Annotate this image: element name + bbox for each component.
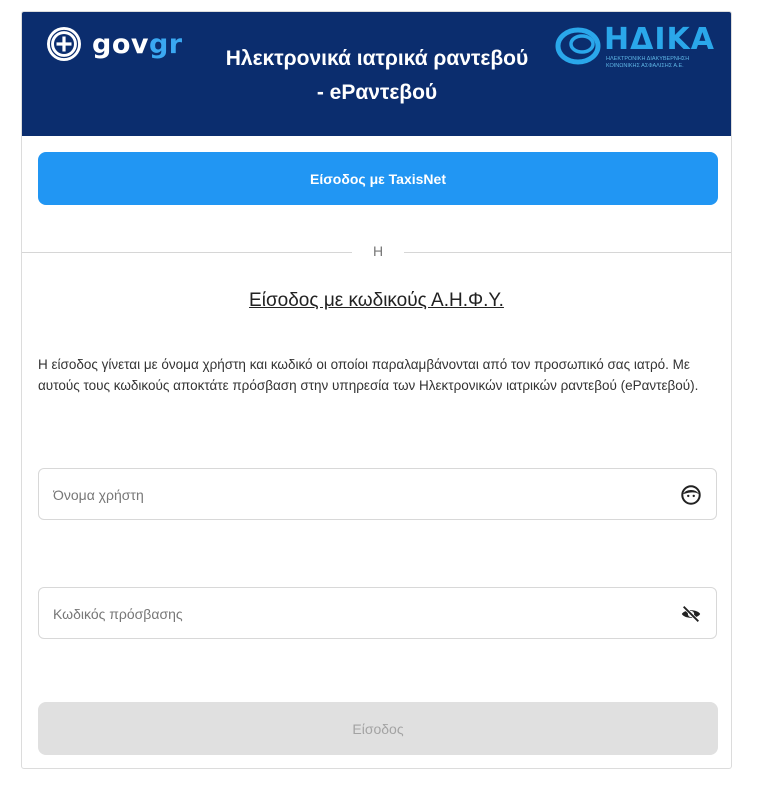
greek-seal-icon — [47, 27, 81, 61]
divider-line-right — [404, 252, 731, 253]
username-input[interactable] — [51, 469, 675, 521]
idika-subtitle: ΗΛΕΚΤΡΟΝΙΚΗ ΔΙΑΚΥΒΕΡΝΗΣΗ ΚΟΙΝΩΝΙΚΗΣ ΑΣΦΑ… — [606, 56, 690, 69]
login-submit-button[interactable]: Είσοδος — [38, 702, 718, 755]
page-title: Ηλεκτρονικά ιατρικά ραντεβού - eΡαντεβού — [192, 42, 562, 110]
ahfy-login-heading: Είσοδος με κωδικούς Α.Η.Φ.Υ. — [249, 290, 504, 311]
taxisnet-login-button[interactable]: Είσοδος με TaxisNet — [38, 152, 718, 205]
ahfy-login-description: Η είσοδος γίνεται με όνομα χρήστη και κω… — [38, 357, 699, 393]
govgr-wordmark: govgr — [92, 28, 183, 60]
or-divider: Η — [22, 241, 731, 265]
username-field[interactable] — [38, 468, 717, 521]
divider-line-left — [22, 252, 352, 253]
govgr-logo: govgr — [46, 26, 183, 62]
password-input[interactable] — [51, 588, 675, 640]
face-icon[interactable] — [680, 484, 702, 506]
idika-logo: ΗΔΙΚΑ ΗΛΕΚΤΡΟΝΙΚΗ ΔΙΑΚΥΒΕΡΝΗΣΗ ΚΟΙΝΩΝΙΚΗ… — [554, 20, 719, 70]
divider-text: Η — [372, 243, 384, 259]
title-line-1: Ηλεκτρονικά ιατρικά ραντεβού — [225, 47, 529, 70]
eye-off-icon[interactable] — [680, 603, 702, 625]
login-card: govgr Ηλεκτρονικά ιατρικά ραντεβού - eΡα… — [21, 11, 732, 769]
idika-swirl-icon — [555, 27, 601, 65]
password-field[interactable] — [38, 587, 717, 640]
title-line-2: - eΡαντεβού — [316, 81, 438, 104]
idika-name: ΗΔΙΚΑ — [604, 22, 715, 57]
header: govgr Ηλεκτρονικά ιατρικά ραντεβού - eΡα… — [22, 12, 731, 136]
